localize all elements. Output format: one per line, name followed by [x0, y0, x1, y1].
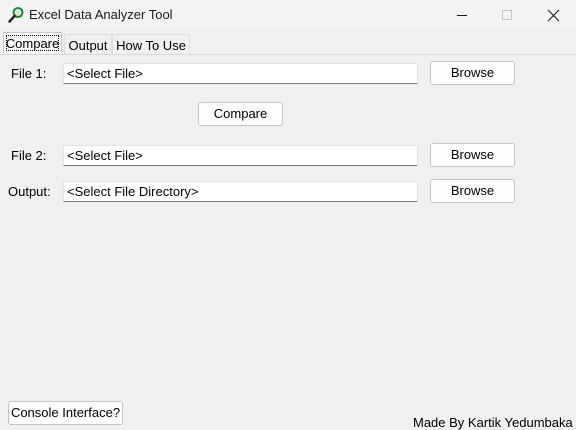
tab-compare[interactable]: Compare [3, 32, 62, 53]
file2-field[interactable]: <Select File> [63, 145, 418, 166]
credit-text: Made By Kartik Yedumbaka [413, 415, 573, 430]
file1-field[interactable]: <Select File> [63, 63, 418, 84]
tab-divider [0, 54, 576, 55]
close-icon [547, 9, 559, 21]
tab-output-label: Output [68, 38, 108, 53]
magnifier-icon [7, 6, 25, 24]
window-title: Excel Data Analyzer Tool [29, 7, 173, 22]
tab-how-to-use[interactable]: How To Use [112, 34, 190, 55]
maximize-icon [502, 10, 512, 20]
output-label: Output: [8, 184, 51, 199]
tab-output[interactable]: Output [64, 34, 112, 55]
tab-how-to-use-label: How To Use [116, 38, 186, 53]
file2-browse-button[interactable]: Browse [430, 143, 515, 167]
file2-label: File 2: [11, 148, 47, 163]
file1-label: File 1: [11, 66, 47, 81]
console-interface-button[interactable]: Console Interface? [8, 401, 123, 425]
compare-button[interactable]: Compare [198, 102, 283, 126]
minimize-icon [457, 15, 467, 16]
app-window: Excel Data Analyzer Tool Compare Output [0, 0, 576, 430]
output-browse-button[interactable]: Browse [430, 179, 515, 203]
close-button[interactable] [530, 0, 576, 30]
file1-browse-button[interactable]: Browse [430, 61, 515, 85]
title-bar: Excel Data Analyzer Tool [0, 0, 576, 30]
tab-compare-label: Compare [5, 36, 60, 51]
tab-bar: Compare Output How To Use [0, 32, 576, 55]
minimize-button[interactable] [439, 0, 485, 30]
maximize-button[interactable] [484, 0, 530, 30]
output-directory-field[interactable]: <Select File Directory> [63, 181, 418, 202]
